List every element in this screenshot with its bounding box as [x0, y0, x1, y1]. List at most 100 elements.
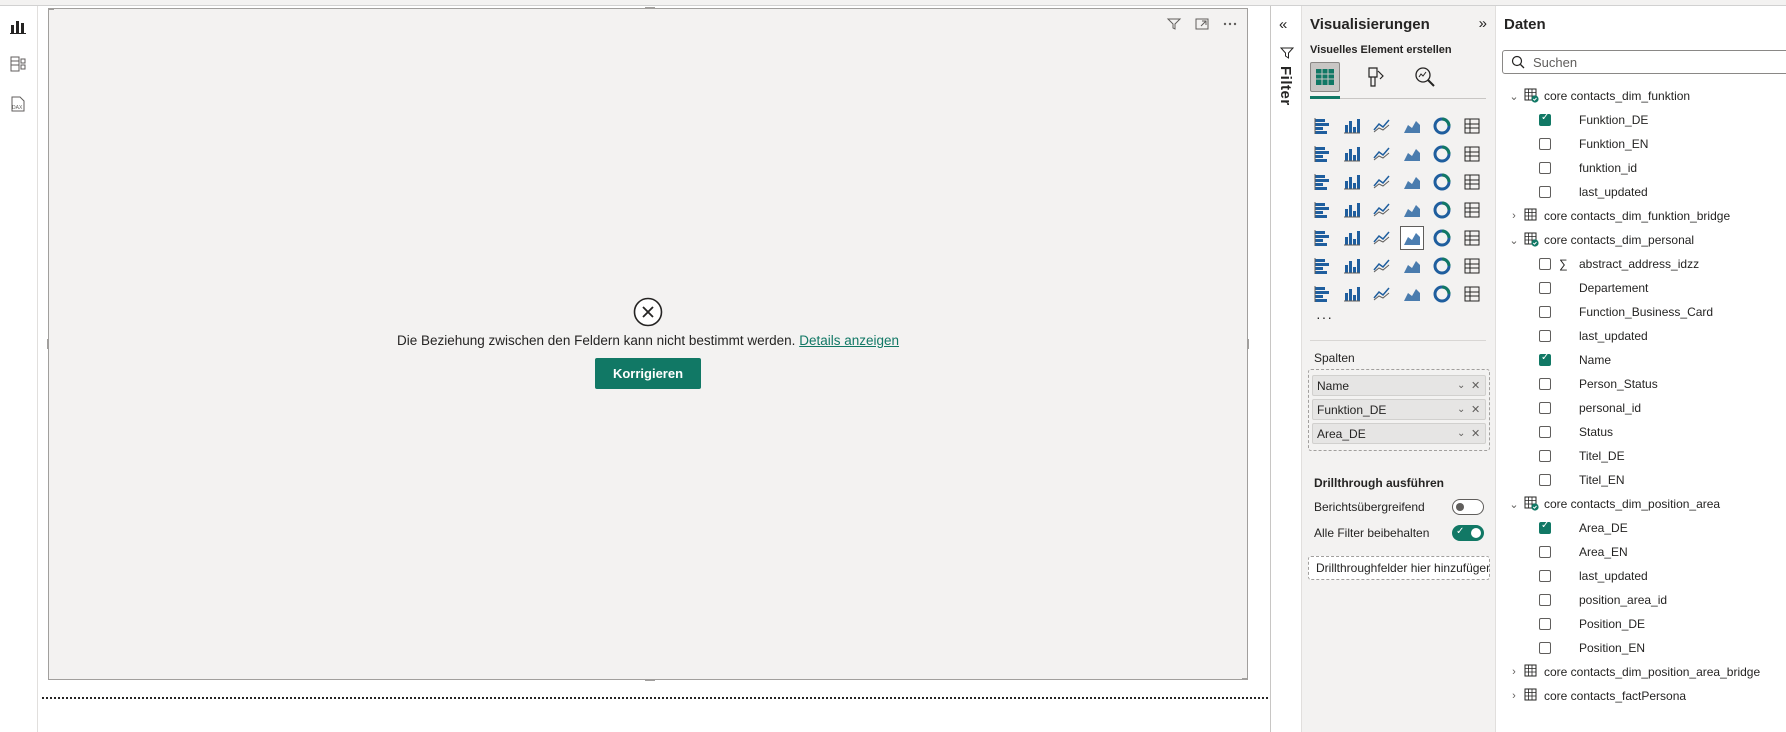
more-options-icon[interactable]: [1219, 13, 1241, 35]
field-node[interactable]: Status: [1496, 420, 1786, 444]
line-stacked-column-icon[interactable]: [1460, 142, 1484, 166]
line-clustered-column-icon[interactable]: [1430, 142, 1454, 166]
power-automate-flow-icon[interactable]: [1460, 282, 1484, 306]
arcgis-icon[interactable]: [1430, 282, 1454, 306]
line-chart-icon[interactable]: [1310, 142, 1334, 166]
100-stacked-column-chart-icon[interactable]: [1460, 114, 1484, 138]
resize-handle[interactable]: [1242, 678, 1248, 680]
resize-handle[interactable]: [48, 8, 54, 10]
gauge-icon[interactable]: [1430, 198, 1454, 222]
chevron-down-icon[interactable]: ⌄: [1457, 404, 1471, 415]
matrix-icon[interactable]: [1430, 226, 1454, 250]
azure-map-icon[interactable]: [1400, 198, 1424, 222]
filled-map-icon[interactable]: [1370, 198, 1394, 222]
field-node[interactable]: Person_Status: [1496, 372, 1786, 396]
stacked-bar-chart-icon[interactable]: [1310, 114, 1334, 138]
chevron-down-icon[interactable]: ⌄: [1457, 428, 1471, 439]
collapse-viz-pane-icon[interactable]: »: [1479, 15, 1487, 32]
field-checkbox[interactable]: [1539, 352, 1551, 366]
analytics-tab[interactable]: [1410, 62, 1440, 92]
field-checkbox[interactable]: [1539, 402, 1551, 414]
columns-well[interactable]: Name ⌄ ✕ Funktion_DE ⌄ ✕ Area_DE ⌄ ✕: [1308, 369, 1490, 451]
chevron-down-icon[interactable]: ⌄: [1508, 90, 1520, 103]
chevron-right-icon[interactable]: ›: [1508, 690, 1520, 702]
resize-handle[interactable]: [645, 679, 655, 681]
narrative-icon[interactable]: [1430, 254, 1454, 278]
drillthrough-drop-zone[interactable]: Drillthroughfelder hier hinzufügen: [1308, 556, 1490, 580]
field-checkbox[interactable]: [1539, 282, 1551, 294]
filter-label[interactable]: Filter: [1277, 66, 1294, 106]
field-checkbox[interactable]: [1539, 618, 1551, 630]
field-checkbox[interactable]: [1539, 330, 1551, 342]
filter-icon[interactable]: [1163, 13, 1185, 35]
cross-report-toggle[interactable]: [1452, 499, 1484, 515]
stacked-column-chart-icon[interactable]: [1340, 114, 1364, 138]
field-node[interactable]: last_updated: [1496, 180, 1786, 204]
expand-filter-pane-icon[interactable]: «: [1279, 16, 1287, 33]
well-field[interactable]: Funktion_DE ⌄ ✕: [1312, 399, 1486, 420]
table-node[interactable]: › core contacts_dim_position_area_bridge: [1496, 660, 1786, 684]
build-visual-tab[interactable]: [1310, 62, 1340, 92]
field-node[interactable]: Position_EN: [1496, 636, 1786, 660]
field-node[interactable]: position_area_id: [1496, 588, 1786, 612]
100-stacked-area-chart-icon[interactable]: [1400, 142, 1424, 166]
resize-handle[interactable]: [645, 7, 655, 9]
dax-query-view-icon[interactable]: DAX: [8, 94, 28, 114]
table-node[interactable]: ⌄ core contacts_dim_position_area: [1496, 492, 1786, 516]
chevron-right-icon[interactable]: ›: [1508, 666, 1520, 678]
remove-field-icon[interactable]: ✕: [1471, 427, 1485, 440]
field-checkbox[interactable]: [1539, 306, 1551, 318]
paginated-report-icon[interactable]: [1310, 282, 1334, 306]
pie-chart-icon[interactable]: [1430, 170, 1454, 194]
field-node[interactable]: Titel_DE: [1496, 444, 1786, 468]
field-checkbox[interactable]: [1539, 112, 1551, 126]
field-node[interactable]: Departement: [1496, 276, 1786, 300]
details-link[interactable]: Details anzeigen: [799, 333, 899, 348]
field-checkbox[interactable]: [1539, 258, 1551, 270]
kpi-icon[interactable]: [1340, 226, 1364, 250]
field-checkbox[interactable]: [1539, 138, 1551, 150]
field-checkbox[interactable]: [1539, 378, 1551, 390]
report-view-icon[interactable]: [8, 16, 28, 36]
field-node[interactable]: Name: [1496, 348, 1786, 372]
ribbon-chart-icon[interactable]: [1310, 170, 1334, 194]
field-checkbox[interactable]: [1539, 186, 1551, 198]
field-checkbox[interactable]: [1539, 570, 1551, 582]
card-icon[interactable]: [1460, 198, 1484, 222]
field-node[interactable]: Position_DE: [1496, 612, 1786, 636]
azure-map-2-icon[interactable]: [1400, 282, 1424, 306]
clustered-bar-chart-icon[interactable]: [1370, 114, 1394, 138]
remove-field-icon[interactable]: ✕: [1471, 403, 1485, 416]
field-checkbox[interactable]: [1539, 642, 1551, 654]
well-field[interactable]: Area_DE ⌄ ✕: [1312, 423, 1486, 444]
field-node[interactable]: Titel_EN: [1496, 468, 1786, 492]
slicer-icon[interactable]: [1370, 226, 1394, 250]
field-checkbox[interactable]: [1539, 162, 1551, 174]
remove-field-icon[interactable]: ✕: [1471, 379, 1485, 392]
filter-pane-collapsed[interactable]: « Filter: [1270, 6, 1302, 732]
table-visual[interactable]: Die Beziehung zwischen den Feldern kann …: [47, 7, 1249, 681]
metrics-icon[interactable]: [1460, 254, 1484, 278]
table-icon[interactable]: [1400, 226, 1424, 250]
keep-filters-toggle[interactable]: ✓: [1452, 525, 1484, 541]
field-checkbox[interactable]: [1539, 546, 1551, 558]
table-node[interactable]: › core contacts_dim_funktion_bridge: [1496, 204, 1786, 228]
clustered-column-chart-icon[interactable]: [1400, 114, 1424, 138]
table-node[interactable]: ⌄ core contacts_dim_funktion: [1496, 84, 1786, 108]
resize-handle[interactable]: [1247, 339, 1249, 349]
format-visual-tab[interactable]: [1360, 62, 1390, 92]
donut-chart-icon[interactable]: [1460, 170, 1484, 194]
focus-mode-icon[interactable]: [1191, 13, 1213, 35]
scatter-chart-icon[interactable]: [1400, 170, 1424, 194]
waterfall-chart-icon[interactable]: [1340, 170, 1364, 194]
field-node[interactable]: personal_id: [1496, 396, 1786, 420]
field-node[interactable]: Area_EN: [1496, 540, 1786, 564]
area-chart-icon[interactable]: [1340, 142, 1364, 166]
power-apps-icon[interactable]: [1340, 282, 1364, 306]
field-checkbox[interactable]: [1539, 474, 1551, 486]
r-visual-icon[interactable]: [1460, 226, 1484, 250]
field-node[interactable]: Area_DE: [1496, 516, 1786, 540]
field-checkbox[interactable]: [1539, 594, 1551, 606]
map-icon[interactable]: [1340, 198, 1364, 222]
fix-button[interactable]: Korrigieren: [594, 358, 702, 389]
